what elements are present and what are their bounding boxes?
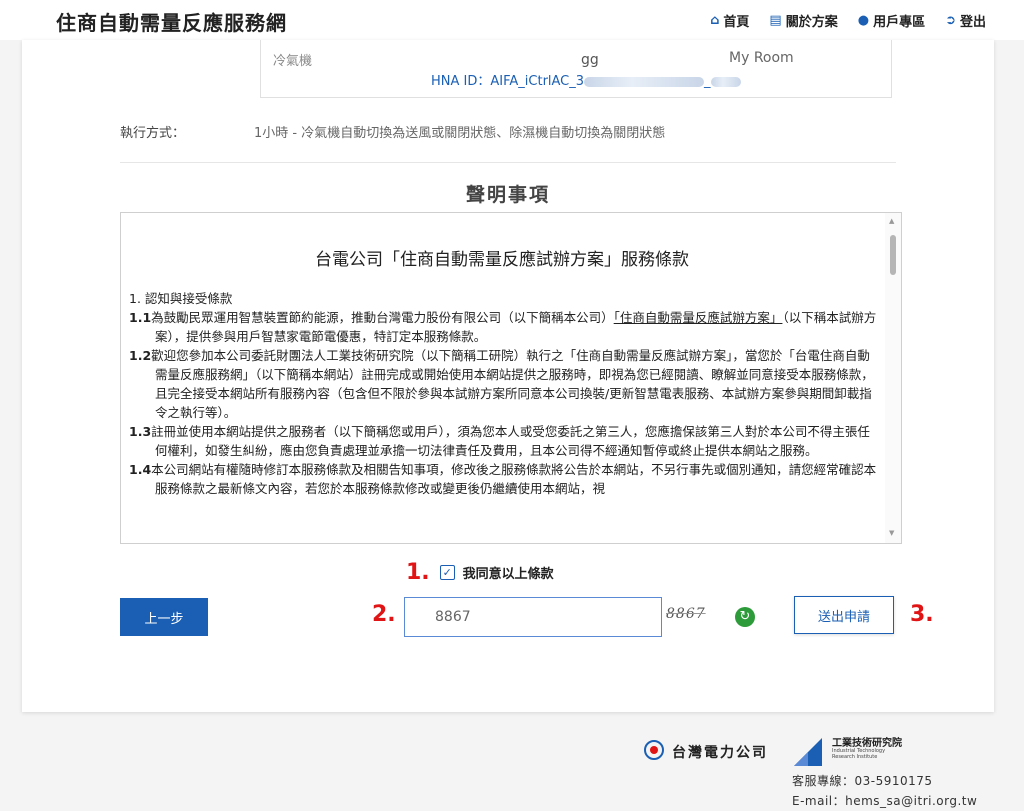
agree-label[interactable]: 我同意以上條款 — [463, 563, 554, 582]
terms-text: 1. 認知與接受條款 1.1為鼓勵民眾運用智慧裝置節約能源，推動台灣電力股份有限… — [129, 289, 877, 498]
device-room: My Room — [729, 50, 794, 66]
step-2-marker: 2. — [372, 602, 396, 627]
terms-scroll-box[interactable]: 台電公司「住商自動需量反應試辦方案」服務條款 1. 認知與接受條款 1.1為鼓勵… — [120, 212, 902, 544]
terms-clause-1-2: 1.2歡迎您參加本公司委託財團法人工業技術研究院（以下簡稱工研院）執行之「住商自… — [129, 348, 874, 420]
terms-title: 台電公司「住商自動需量反應試辦方案」服務條款 — [315, 250, 689, 270]
itri-logo-icon — [794, 738, 822, 766]
step-1-marker: 1. — [406, 560, 430, 585]
scroll-up-icon[interactable]: ▲ — [889, 217, 894, 225]
captcha-image: 8867 — [666, 606, 706, 622]
nav-about-label: 關於方案 — [785, 15, 838, 30]
itri-english-name: Industrial Technology Research Institute — [832, 748, 886, 760]
agree-checkbox[interactable]: ✓ — [439, 565, 455, 580]
hna-label: HNA ID： — [431, 74, 491, 89]
submit-button[interactable]: 送出申請 — [794, 596, 894, 634]
section-title: 聲明事項 — [465, 184, 550, 206]
terms-heading: 1. 認知與接受條款 — [129, 291, 233, 306]
logout-icon: ➲ — [945, 13, 956, 28]
service-hotline: 客服專線：03-5910175 — [792, 774, 933, 788]
scroll-down-icon[interactable]: ▼ — [889, 529, 894, 537]
nav-about[interactable]: ▤ 關於方案 — [769, 11, 837, 30]
nav-user-label: 用戶專區 — [873, 15, 926, 30]
nav-logout-label: 登出 — [959, 15, 986, 30]
scroll-thumb[interactable] — [890, 235, 896, 275]
service-email[interactable]: E-mail：hems_sa@itri.org.tw — [792, 792, 977, 809]
back-button[interactable]: 上一步 — [120, 598, 208, 636]
main-card: 冷氣機 gg My Room HNA ID：AIFA_iCtrlAC_3 _ 執行… — [22, 40, 994, 712]
nav-user-area[interactable]: ● 用戶專區 — [858, 11, 925, 30]
device-label: gg — [581, 52, 599, 68]
captcha-input[interactable] — [404, 597, 662, 637]
device-name: 冷氣機 — [273, 54, 313, 69]
device-row: 冷氣機 gg My Room HNA ID：AIFA_iCtrlAC_3 _ — [260, 40, 892, 98]
main-nav: ⌂ 首頁 ▤ 關於方案 ● 用戶專區 ➲ 登出 — [710, 11, 986, 30]
taipower-name: 台灣電力公司 — [672, 745, 768, 761]
hna-value: AIFA_iCtrlAC_3 — [490, 74, 585, 89]
home-icon: ⌂ — [710, 13, 720, 28]
terms-clause-1-4: 1.4本公司網站有權隨時修訂本服務條款及相關告知事項，修改後之服務條款將公告於本… — [129, 462, 877, 496]
terms-scrollbar[interactable]: ▲ ▼ — [885, 213, 901, 543]
terms-content: 台電公司「住商自動需量反應試辦方案」服務條款 1. 認知與接受條款 1.1為鼓勵… — [121, 213, 883, 543]
agree-row: 1. ✓ 我同意以上條款 — [406, 560, 554, 585]
nav-home[interactable]: ⌂ 首頁 — [710, 11, 749, 30]
taipower-logo-icon — [644, 740, 664, 760]
footer: 台灣電力公司 工業技術研究院 Industrial Technology Res… — [0, 712, 1024, 811]
divider — [120, 162, 896, 163]
device-hna-id: HNA ID：AIFA_iCtrlAC_3 _ — [431, 70, 741, 89]
list-icon: ▤ — [769, 13, 782, 28]
itri-name: 工業技術研究院 — [832, 738, 902, 749]
hna-redaction — [584, 76, 705, 87]
exec-mode-value: 1小時 - 冷氣機自動切換為送風或關閉狀態、除濕機自動切換為關閉狀態 — [254, 126, 666, 141]
refresh-captcha-icon[interactable]: ↻ — [735, 607, 755, 627]
terms-clause-1-1: 1.1為鼓勵民眾運用智慧裝置節約能源，推動台灣電力股份有限公司（以下簡稱本公司）… — [129, 310, 877, 344]
step-3-marker: 3. — [910, 602, 934, 627]
hna-redaction-2 — [710, 76, 741, 87]
site-title[interactable]: 住商自動需量反應服務網 — [56, 7, 287, 36]
nav-home-label: 首頁 — [723, 15, 750, 30]
top-navbar: 住商自動需量反應服務網 ⌂ 首頁 ▤ 關於方案 ● 用戶專區 ➲ 登出 — [0, 0, 1024, 40]
terms-clause-1-3: 1.3註冊並使用本網站提供之服務者（以下簡稱您或用戶），須為您本人或受您委託之第… — [129, 424, 870, 458]
nav-logout[interactable]: ➲ 登出 — [945, 11, 986, 30]
user-icon: ● — [857, 13, 870, 28]
exec-mode-label: 執行方式： — [120, 126, 186, 141]
